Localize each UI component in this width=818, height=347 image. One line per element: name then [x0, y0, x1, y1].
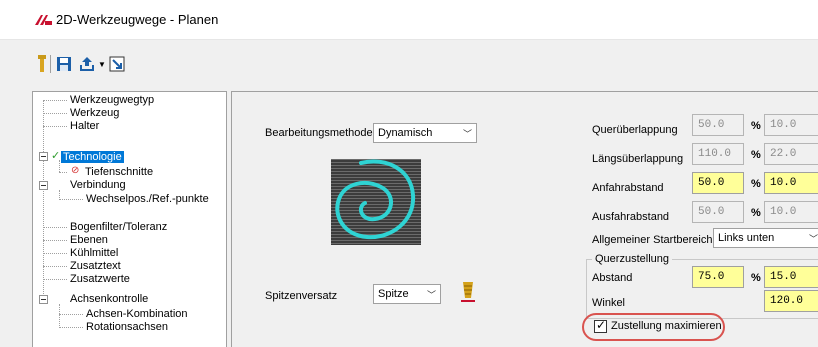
toolpath-preview-image — [331, 159, 421, 245]
spitzenversatz-value: Spitze — [378, 288, 409, 300]
bearbeitungsmethode-value: Dynamisch — [378, 127, 433, 139]
tree-item-werkzeug[interactable]: Werkzeug — [70, 107, 119, 119]
collapse-toggle-technologie[interactable] — [39, 152, 48, 161]
startbereich-select[interactable]: Links unten ﹀ — [713, 228, 818, 248]
chevron-down-icon: ﹀ — [462, 128, 472, 139]
zustellung-maximieren-label[interactable]: Zustellung maximieren — [611, 320, 722, 332]
save-icon[interactable] — [55, 54, 73, 74]
anfahrabstand-field[interactable]: 50.0 — [692, 172, 744, 194]
querzustellung-title: Querzustellung — [592, 253, 672, 265]
langsuberlappung-percent-field[interactable]: 22.0 — [764, 143, 818, 165]
bearbeitungsmethode-select[interactable]: Dynamisch ﹀ — [373, 123, 477, 143]
tree-item-kuehlmittel[interactable]: Kühlmittel — [70, 247, 118, 259]
percent-symbol: % — [751, 207, 761, 219]
startbereich-label: Allgemeiner Startbereich — [592, 234, 713, 246]
tree-item-rotationsachsen[interactable]: Rotationsachsen — [86, 321, 168, 333]
tree-item-verbindung[interactable]: Verbindung — [70, 179, 126, 191]
tree-item-achsenkontrolle[interactable]: Achsenkontrolle — [70, 293, 148, 305]
tree-item-technologie[interactable]: Technologie — [61, 151, 124, 163]
collapse-toggle-verbindung[interactable] — [39, 181, 48, 190]
abstand-field[interactable]: 75.0 — [692, 266, 744, 288]
abstand-percent-field[interactable]: 15.0 — [764, 266, 818, 288]
app-logo-icon — [35, 15, 52, 25]
percent-symbol: % — [751, 149, 761, 161]
toolbar-separator — [50, 55, 51, 73]
checkmark-icon: ✓ — [51, 150, 61, 162]
tree-item-zusatzwerte[interactable]: Zusatzwerte — [70, 273, 130, 285]
percent-symbol: % — [751, 120, 761, 132]
ausfahrabstand-field[interactable]: 50.0 — [692, 201, 744, 223]
disabled-icon: ⊘ — [71, 165, 80, 176]
queruberlappung-percent-field[interactable]: 10.0 — [764, 114, 818, 136]
tree-item-ebenen[interactable]: Ebenen — [70, 234, 108, 246]
langsuberlappung-label: Längsüberlappung — [592, 153, 684, 165]
checkmark-icon: ✓ — [596, 318, 607, 332]
bearbeitungsmethode-label: Bearbeitungsmethode — [265, 127, 373, 139]
tree-item-bogenfilter[interactable]: Bogenfilter/Toleranz — [70, 221, 167, 233]
dropdown-arrow-icon[interactable]: ▼ — [97, 54, 107, 74]
chevron-down-icon: ﹀ — [808, 233, 818, 244]
spitzenversatz-select[interactable]: Spitze ﹀ — [373, 284, 441, 304]
startbereich-value: Links unten — [718, 232, 775, 244]
langsuberlappung-field[interactable]: 110.0 — [692, 143, 744, 165]
anfahrabstand-label: Anfahrabstand — [592, 182, 664, 194]
export-icon[interactable] — [78, 54, 96, 74]
queruberlappung-label: Querüberlappung — [592, 124, 678, 136]
parameter-tree: Werkzeugwegtyp Werkzeug Halter ✓ Technol… — [32, 91, 227, 347]
tool-tip-icon — [461, 282, 475, 304]
collapse-toggle-achsenkontrolle[interactable] — [39, 295, 48, 304]
tree-item-tiefenschnitte[interactable]: Tiefenschnitte — [85, 166, 153, 178]
tree-item-wechselpos[interactable]: Wechselpos./Ref.-punkte — [86, 193, 209, 205]
resize-icon[interactable] — [108, 54, 126, 74]
ausfahrabstand-label: Ausfahrabstand — [592, 211, 670, 223]
window-title: 2D-Werkzeugwege - Planen — [56, 12, 219, 27]
abstand-label: Abstand — [592, 272, 633, 284]
percent-symbol: % — [751, 178, 761, 190]
winkel-field[interactable]: 120.0 — [764, 290, 818, 312]
tree-item-halter[interactable]: Halter — [70, 120, 99, 132]
anfahrabstand-percent-field[interactable]: 10.0 — [764, 172, 818, 194]
chevron-down-icon: ﹀ — [426, 289, 436, 300]
tree-item-werkzeugwegtyp[interactable]: Werkzeugwegtyp — [70, 94, 154, 106]
spitzenversatz-label: Spitzenversatz — [265, 290, 338, 302]
percent-symbol: % — [751, 272, 761, 284]
tree-item-zusatztext[interactable]: Zusatztext — [70, 260, 121, 272]
ausfahrabstand-percent-field[interactable]: 10.0 — [764, 201, 818, 223]
queruberlappung-field[interactable]: 50.0 — [692, 114, 744, 136]
tool-icon[interactable] — [36, 54, 48, 74]
tree-item-achsen-kombination[interactable]: Achsen-Kombination — [86, 308, 188, 320]
winkel-label: Winkel — [592, 297, 626, 309]
